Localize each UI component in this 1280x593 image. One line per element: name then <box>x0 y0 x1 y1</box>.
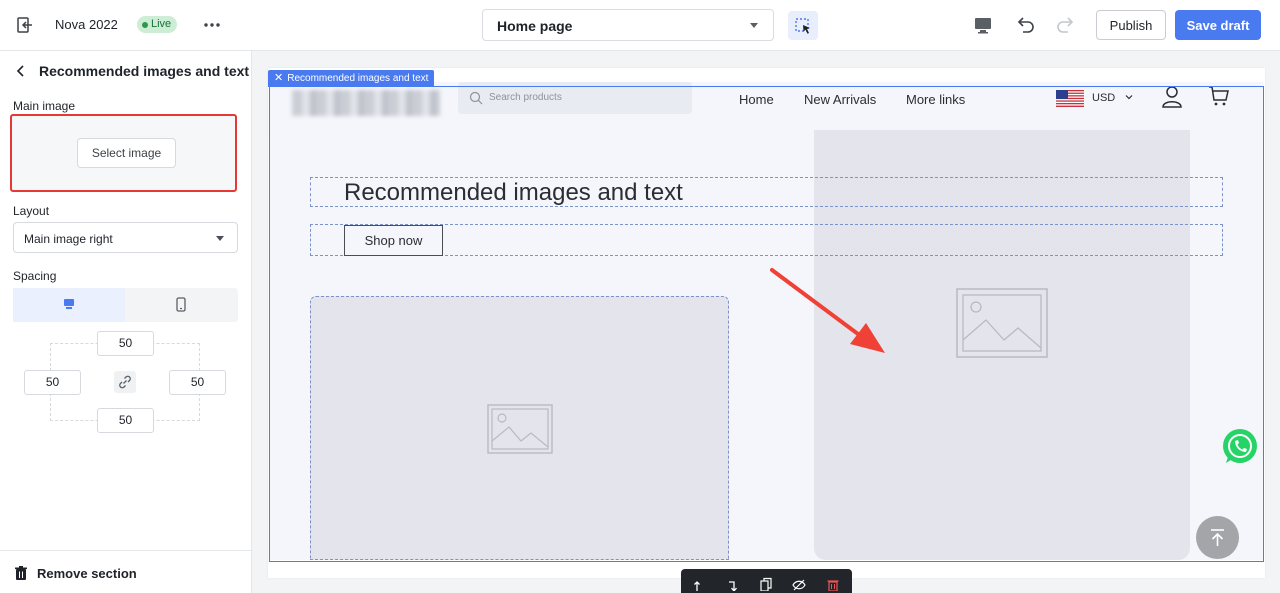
page-selector-value: Home page <box>497 18 573 34</box>
back-to-top-button[interactable] <box>1196 516 1239 559</box>
spacing-right-input[interactable]: 50 <box>169 370 226 395</box>
image-placeholder-icon <box>956 288 1048 358</box>
undo-icon[interactable] <box>1014 14 1036 36</box>
trash-icon <box>15 566 27 580</box>
spacing-bottom-input[interactable]: 50 <box>97 408 154 433</box>
desktop-icon[interactable] <box>972 14 994 36</box>
cart-icon[interactable] <box>1208 85 1230 107</box>
mobile-tab-icon <box>176 297 186 312</box>
us-flag-icon[interactable] <box>1056 90 1084 107</box>
desktop-tab-icon <box>64 299 74 309</box>
preview-canvas: Search products Home New Arrivals More l… <box>268 68 1265 578</box>
remove-section-label: Remove section <box>37 566 137 581</box>
section-tag-label: Recommended images and text <box>287 73 429 84</box>
move-up-icon[interactable] <box>693 577 707 591</box>
store-logo[interactable] <box>292 90 440 116</box>
close-icon[interactable]: ✕ <box>274 70 283 87</box>
duplicate-icon[interactable] <box>759 577 773 591</box>
publish-button[interactable]: Publish <box>1096 10 1166 40</box>
link-icon <box>119 375 131 389</box>
chevron-down-icon <box>750 23 758 28</box>
tab-mobile[interactable] <box>126 288 238 322</box>
nav-new-arrivals[interactable]: New Arrivals <box>804 92 876 107</box>
move-down-icon[interactable] <box>726 577 740 591</box>
status-badge-label: Live <box>151 18 172 30</box>
recommended-section[interactable]: Recommended images and text Shop now <box>270 130 1263 560</box>
section-toolbar <box>681 569 852 593</box>
settings-sidebar: Recommended images and text Main image S… <box>0 51 252 593</box>
layout-select-value: Main image right <box>24 232 113 246</box>
tab-desktop[interactable] <box>13 288 125 322</box>
whatsapp-icon[interactable] <box>1220 427 1260 467</box>
section-tag[interactable]: ✕ Recommended images and text <box>268 70 435 87</box>
image-placeholder-icon <box>487 404 553 454</box>
inspect-icon <box>795 18 810 34</box>
store-name: Nova 2022 <box>55 17 118 32</box>
remove-section-button[interactable]: Remove section <box>0 550 251 593</box>
spacing-label: Spacing <box>13 269 57 283</box>
store-header: Search products Home New Arrivals More l… <box>270 82 1263 130</box>
main-image-picker: Select image <box>10 114 237 192</box>
nav-home[interactable]: Home <box>739 92 774 107</box>
more-icon[interactable] <box>202 15 222 35</box>
back-icon[interactable] <box>13 63 29 79</box>
live-dot-icon <box>142 21 148 28</box>
sidebar-title: Recommended images and text <box>39 63 250 79</box>
select-image-button[interactable]: Select image <box>77 138 176 168</box>
device-tabs <box>13 288 238 322</box>
save-draft-button[interactable]: Save draft <box>1175 10 1261 40</box>
secondary-image-placeholder[interactable] <box>310 296 729 560</box>
spacing-top-input[interactable]: 50 <box>97 331 154 356</box>
search-placeholder: Search products <box>489 92 562 103</box>
status-badge: Live <box>137 16 178 33</box>
hide-icon[interactable] <box>792 577 806 591</box>
redo-icon[interactable] <box>1055 14 1077 36</box>
button-block[interactable]: Shop now <box>310 224 1223 256</box>
delete-icon[interactable] <box>826 577 840 591</box>
section-heading: Recommended images and text <box>344 179 683 206</box>
layout-select[interactable]: Main image right <box>13 222 238 253</box>
layout-label: Layout <box>13 204 50 218</box>
main-image-label: Main image <box>13 99 76 113</box>
store-search-input[interactable]: Search products <box>458 82 692 114</box>
nav-more-links[interactable]: More links <box>906 92 965 107</box>
inspect-button[interactable] <box>788 11 818 40</box>
exit-icon[interactable] <box>15 15 35 35</box>
link-spacing-button[interactable] <box>114 371 136 393</box>
shop-now-button[interactable]: Shop now <box>344 225 443 256</box>
chevron-down-icon <box>216 236 224 241</box>
search-icon <box>469 91 483 105</box>
heading-block[interactable]: Recommended images and text <box>310 177 1223 207</box>
spacing-left-input[interactable]: 50 <box>24 370 81 395</box>
chevron-down-icon <box>1125 95 1133 100</box>
top-bar: Nova 2022 Live Home page Publish Save dr… <box>0 0 1280 51</box>
account-icon[interactable] <box>1161 85 1183 109</box>
arrow-up-icon <box>1211 529 1224 546</box>
page-selector[interactable]: Home page <box>482 9 774 41</box>
currency-selector[interactable]: USD <box>1092 92 1115 104</box>
